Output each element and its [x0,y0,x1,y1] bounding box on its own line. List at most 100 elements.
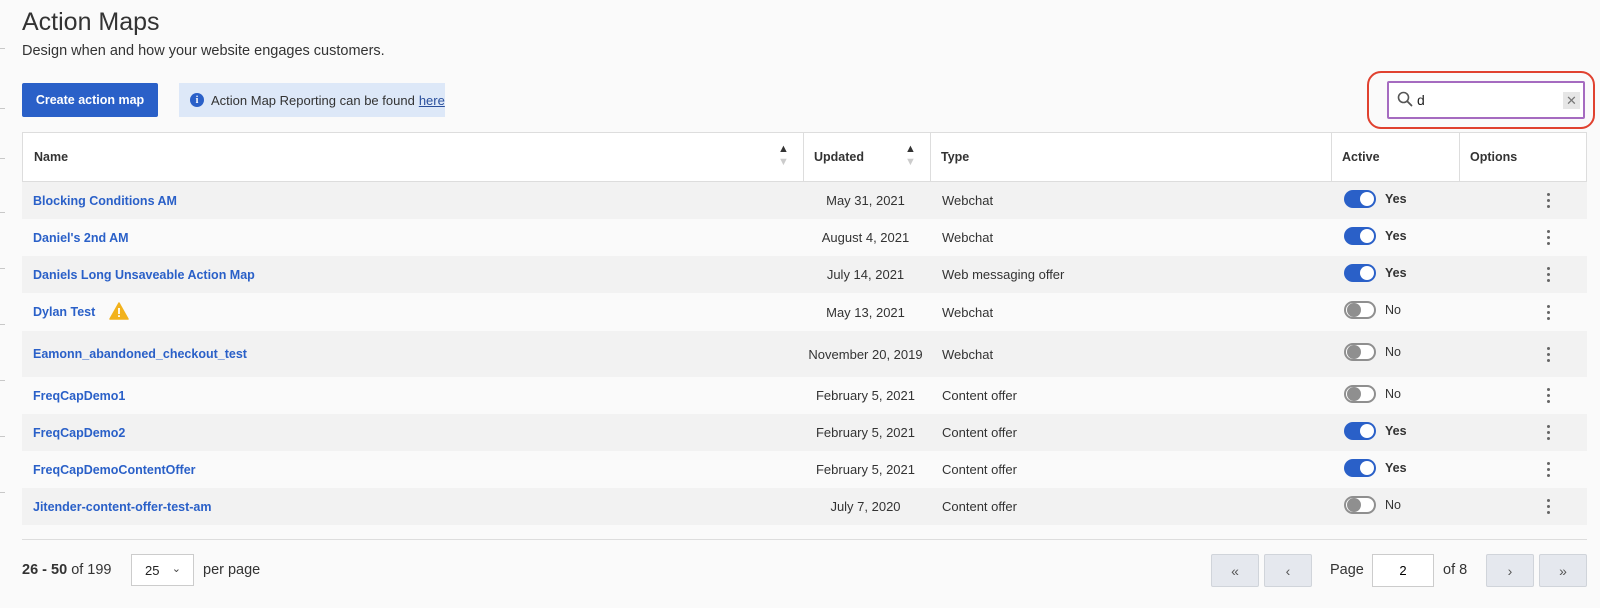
create-action-map-button[interactable]: Create action map [22,83,158,117]
sort-icon[interactable]: ▲ ▼ [905,143,916,169]
action-map-link[interactable]: Daniels Long Unsaveable Action Map [33,268,255,282]
action-map-link[interactable]: Daniel's 2nd AM [33,231,129,245]
kebab-menu-icon[interactable] [1542,346,1554,362]
previous-page-button[interactable]: ‹ [1264,554,1312,587]
action-map-link[interactable]: Dylan Test [33,305,95,319]
column-header-updated[interactable]: Updated [814,133,864,181]
updated-cell: August 4, 2021 [821,230,910,245]
kebab-menu-icon[interactable] [1542,462,1554,477]
name-cell: Blocking Conditions AM [33,182,177,219]
table-row: Blocking Conditions AM May 31, 2021 Webcha… [22,182,1587,219]
options-cell [1542,293,1554,331]
active-cell: No [1344,377,1401,410]
active-cell: No [1344,488,1401,521]
options-cell [1542,331,1554,377]
options-cell [1542,256,1554,293]
action-map-link[interactable]: Jitender-content-offer-test-am [33,500,212,514]
table-row: Eamonn_abandoned_checkout_test November 2… [22,331,1587,377]
column-header-type: Type [941,150,970,164]
active-toggle[interactable] [1344,421,1376,440]
type-cell: Content offer [942,462,1017,477]
name-cell: Daniels Long Unsaveable Action Map [33,256,255,293]
active-cell: No [1344,293,1401,327]
action-map-link[interactable]: Eamonn_abandoned_checkout_test [33,347,247,361]
reporting-link[interactable]: here [419,93,445,108]
active-cell: Yes [1344,414,1407,447]
active-label: No [1385,303,1401,317]
search-input[interactable] [1417,90,1547,110]
active-label: Yes [1385,460,1407,475]
table-row: Dylan Test May 13, 2021 Webchat No [22,293,1587,331]
type-cell: Webchat [942,346,994,362]
action-map-link[interactable]: FreqCapDemo1 [33,389,125,403]
active-toggle[interactable] [1344,226,1376,245]
action-map-link[interactable]: FreqCapDemoContentOffer [33,463,196,477]
info-banner-text: Action Map Reporting can be found [211,92,415,108]
options-cell [1542,182,1554,219]
active-cell: No [1344,331,1401,373]
table-body: Blocking Conditions AM May 31, 2021 Webcha… [22,182,1587,525]
type-cell: Content offer [942,499,1017,514]
kebab-menu-icon[interactable] [1542,499,1554,514]
active-label: No [1385,386,1401,401]
active-cell: Yes [1344,451,1407,484]
next-page-button[interactable]: › [1486,554,1534,587]
per-page-label: per page [203,562,261,578]
type-cell: Content offer [942,388,1017,403]
first-page-button[interactable]: « [1211,554,1259,587]
action-maps-table: Name ▲ ▼ Updated ▲ ▼ Type Active Options B… [22,132,1587,525]
active-toggle[interactable] [1344,189,1376,208]
kebab-menu-icon[interactable] [1542,304,1554,320]
kebab-menu-icon[interactable] [1542,230,1554,245]
active-toggle[interactable] [1344,301,1376,319]
updated-cell: July 7, 2020 [830,499,901,514]
type-cell: Webchat [942,304,994,320]
updated-cell: July 14, 2021 [826,267,905,282]
options-cell [1542,488,1554,525]
active-label: Yes [1385,423,1407,438]
type-cell: Webchat [942,193,994,208]
name-cell: Daniel's 2nd AM [33,219,129,256]
last-page-button[interactable]: » [1539,554,1587,587]
table-row: Daniel's 2nd AM August 4, 2021 Webchat Yes [22,219,1587,256]
name-cell: Dylan Test [33,293,130,331]
kebab-menu-icon[interactable] [1542,193,1554,208]
name-cell: Eamonn_abandoned_checkout_test [33,331,247,377]
active-toggle[interactable] [1344,263,1376,282]
active-label: Yes [1385,191,1407,206]
options-cell [1542,414,1554,451]
kebab-menu-icon[interactable] [1542,267,1554,282]
kebab-menu-icon[interactable] [1542,388,1554,403]
table-row: FreqCapDemoContentOffer February 5, 2021 C… [22,451,1587,488]
info-banner: i Action Map Reporting can be found here [179,83,445,117]
active-label: Yes [1385,265,1407,280]
column-header-name[interactable]: Name [34,133,68,181]
kebab-menu-icon[interactable] [1542,425,1554,440]
close-icon[interactable]: ✕ [1563,92,1580,109]
page-title: Action Maps [22,8,160,36]
sort-icon[interactable]: ▲ ▼ [778,143,789,169]
warning-icon [109,301,130,323]
table-row: FreqCapDemo1 February 5, 2021 Content offe… [22,377,1587,414]
updated-cell: November 20, 2019 [808,346,923,362]
action-map-link[interactable]: FreqCapDemo2 [33,426,125,440]
name-cell: Jitender-content-offer-test-am [33,488,212,525]
active-toggle[interactable] [1344,495,1376,514]
search-box[interactable]: ✕ [1387,81,1585,119]
page-subtitle: Design when and how your website engages… [22,43,385,59]
active-cell: Yes [1344,182,1407,215]
updated-cell: February 5, 2021 [815,388,915,403]
action-map-link[interactable]: Blocking Conditions AM [33,194,177,208]
table-row: Jitender-content-offer-test-am July 7, 20… [22,488,1587,525]
options-cell [1542,219,1554,256]
active-label: No [1385,497,1401,512]
active-toggle[interactable] [1344,458,1376,477]
updated-cell: May 13, 2021 [826,304,905,320]
page-number-input[interactable] [1372,554,1434,587]
active-toggle[interactable] [1344,384,1376,403]
active-toggle[interactable] [1344,343,1376,361]
active-label: Yes [1385,228,1407,243]
per-page-select[interactable]: 25 ⌄ [131,554,194,586]
active-cell: Yes [1344,219,1407,252]
table-row: Daniels Long Unsaveable Action Map July 1… [22,256,1587,293]
